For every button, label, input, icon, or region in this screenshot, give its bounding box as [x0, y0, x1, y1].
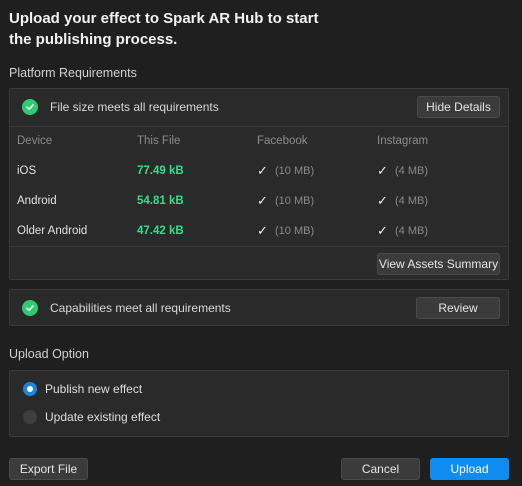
export-file-button[interactable]: Export File — [9, 458, 88, 480]
column-header-device: Device — [17, 135, 53, 147]
update-existing-effect-option[interactable]: Update existing effect — [23, 410, 160, 424]
device-name: iOS — [17, 165, 37, 177]
success-check-icon — [22, 99, 38, 115]
review-button[interactable]: Review — [416, 297, 500, 319]
radio-selected-icon[interactable] — [23, 382, 37, 396]
facebook-limit: (10 MB) — [275, 195, 315, 207]
device-name: Android — [17, 195, 57, 207]
instagram-check-icon: ✓ — [377, 163, 388, 178]
instagram-limit: (4 MB) — [395, 165, 428, 177]
file-size-status-text: File size meets all requirements — [50, 100, 219, 114]
platform-requirements-label: Platform Requirements — [9, 66, 137, 80]
facebook-limit: (10 MB) — [275, 225, 315, 237]
radio-unselected-icon[interactable] — [23, 410, 37, 424]
upload-button[interactable]: Upload — [430, 458, 509, 480]
view-assets-summary-button[interactable]: View Assets Summary — [377, 253, 500, 275]
publish-new-effect-option[interactable]: Publish new effect — [23, 382, 142, 396]
file-size-value: 47.42 kB — [137, 225, 184, 237]
capabilities-status-text: Capabilities meet all requirements — [50, 301, 231, 315]
file-size-value: 54.81 kB — [137, 195, 184, 207]
instagram-limit: (4 MB) — [395, 225, 428, 237]
facebook-check-icon: ✓ — [257, 193, 268, 208]
column-header-instagram: Instagram — [377, 135, 429, 147]
instagram-check-icon: ✓ — [377, 223, 388, 238]
panel-divider — [10, 126, 508, 127]
facebook-limit: (10 MB) — [275, 165, 315, 177]
instagram-check-icon: ✓ — [377, 193, 388, 208]
panel-divider — [10, 246, 508, 247]
cancel-button[interactable]: Cancel — [341, 458, 420, 480]
upload-option-panel: Publish new effect Update existing effec… — [9, 370, 509, 437]
column-header-facebook: Facebook — [257, 135, 308, 147]
hide-details-button[interactable]: Hide Details — [417, 96, 500, 118]
file-size-value: 77.49 kB — [137, 165, 184, 177]
success-check-icon — [22, 300, 38, 316]
radio-label: Update existing effect — [45, 410, 161, 424]
radio-label: Publish new effect — [45, 382, 143, 396]
capabilities-panel: Capabilities meet all requirements Revie… — [9, 289, 509, 326]
device-name: Older Android — [17, 225, 88, 237]
facebook-check-icon: ✓ — [257, 163, 268, 178]
column-header-this-file: This File — [137, 135, 181, 147]
facebook-check-icon: ✓ — [257, 223, 268, 238]
upload-option-label: Upload Option — [9, 347, 89, 361]
dialog-title: Upload your effect to Spark AR Hub to st… — [9, 10, 319, 48]
instagram-limit: (4 MB) — [395, 195, 428, 207]
upload-dialog: Upload your effect to Spark AR Hub to st… — [0, 0, 522, 486]
platform-requirements-panel: File size meets all requirements Hide De… — [9, 88, 509, 280]
